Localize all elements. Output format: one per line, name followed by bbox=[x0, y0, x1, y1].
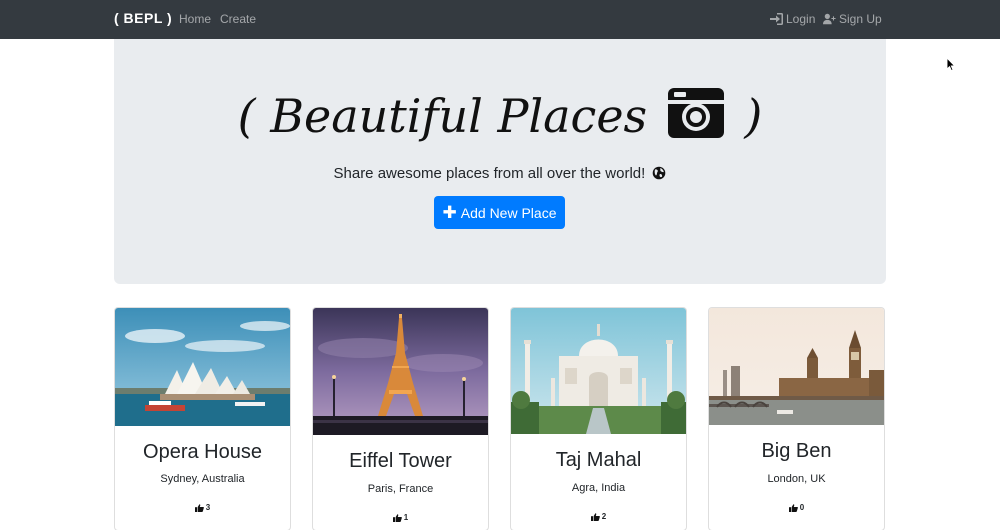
place-card-eiffel-tower[interactable]: Eiffel Tower Paris, France 1 bbox=[312, 307, 489, 530]
hero-subtitle-text: Share awesome places from all over the w… bbox=[333, 165, 646, 182]
place-location: Paris, France bbox=[367, 483, 434, 495]
like-count[interactable]: 0 bbox=[709, 503, 884, 512]
place-image-taj-mahal[interactable] bbox=[511, 308, 686, 434]
like-count[interactable]: 3 bbox=[115, 503, 290, 512]
place-image-big-ben[interactable] bbox=[709, 308, 884, 425]
place-card-taj-mahal[interactable]: Taj Mahal Agra, India 2 bbox=[510, 307, 687, 530]
globe-icon bbox=[653, 166, 666, 180]
plus-icon: ✚ bbox=[442, 203, 457, 222]
thumbs-up-icon bbox=[788, 503, 798, 512]
like-count-value: 3 bbox=[205, 503, 211, 512]
nav-home-link[interactable]: Home bbox=[179, 12, 211, 26]
place-image-eiffel-tower[interactable] bbox=[313, 308, 488, 435]
login-label: Login bbox=[786, 12, 816, 26]
hero-jumbotron: ( Beautiful Places ) Share awesome place… bbox=[114, 39, 886, 284]
brand-logo[interactable]: ( BEPL ) bbox=[114, 10, 172, 26]
like-count-value: 0 bbox=[799, 503, 805, 512]
like-count[interactable]: 2 bbox=[511, 512, 686, 521]
thumbs-up-icon bbox=[392, 513, 402, 522]
place-title[interactable]: Opera House bbox=[115, 441, 290, 464]
signup-link[interactable]: Sign Up bbox=[823, 12, 882, 26]
hero-subtitle: Share awesome places from all over the w… bbox=[114, 165, 886, 182]
add-new-place-label: Add New Place bbox=[460, 204, 557, 221]
signup-label: Sign Up bbox=[839, 12, 882, 26]
add-new-place-button[interactable]: ✚ Add New Place bbox=[434, 196, 565, 229]
user-plus-icon bbox=[823, 13, 836, 25]
camera-icon bbox=[667, 88, 724, 138]
place-title[interactable]: Taj Mahal bbox=[511, 449, 686, 472]
place-location: Sydney, Australia bbox=[160, 473, 245, 485]
place-image-opera-house[interactable] bbox=[115, 308, 290, 426]
sign-in-icon bbox=[770, 13, 783, 25]
mouse-cursor-icon bbox=[946, 57, 956, 72]
place-location: Agra, India bbox=[571, 482, 626, 494]
like-count-value: 1 bbox=[403, 513, 409, 522]
place-location: London, UK bbox=[767, 473, 826, 485]
place-title[interactable]: Eiffel Tower bbox=[313, 450, 488, 473]
like-count[interactable]: 1 bbox=[313, 513, 488, 522]
login-link[interactable]: Login bbox=[770, 12, 815, 26]
thumbs-up-icon bbox=[590, 512, 600, 521]
like-count-value: 2 bbox=[601, 512, 607, 521]
place-card-opera-house[interactable]: Opera House Sydney, Australia 3 bbox=[114, 307, 291, 530]
navbar: ( BEPL ) Home Create Login Sign Up bbox=[0, 0, 1000, 39]
hero-title-close: ) bbox=[744, 89, 763, 143]
thumbs-up-icon bbox=[194, 503, 204, 512]
hero-title-text: ( Beautiful Places bbox=[237, 89, 648, 143]
place-title[interactable]: Big Ben bbox=[709, 440, 884, 463]
place-card-big-ben[interactable]: Big Ben London, UK 0 bbox=[708, 307, 885, 530]
nav-create-link[interactable]: Create bbox=[220, 12, 256, 26]
hero-title: ( Beautiful Places ) bbox=[114, 88, 886, 143]
